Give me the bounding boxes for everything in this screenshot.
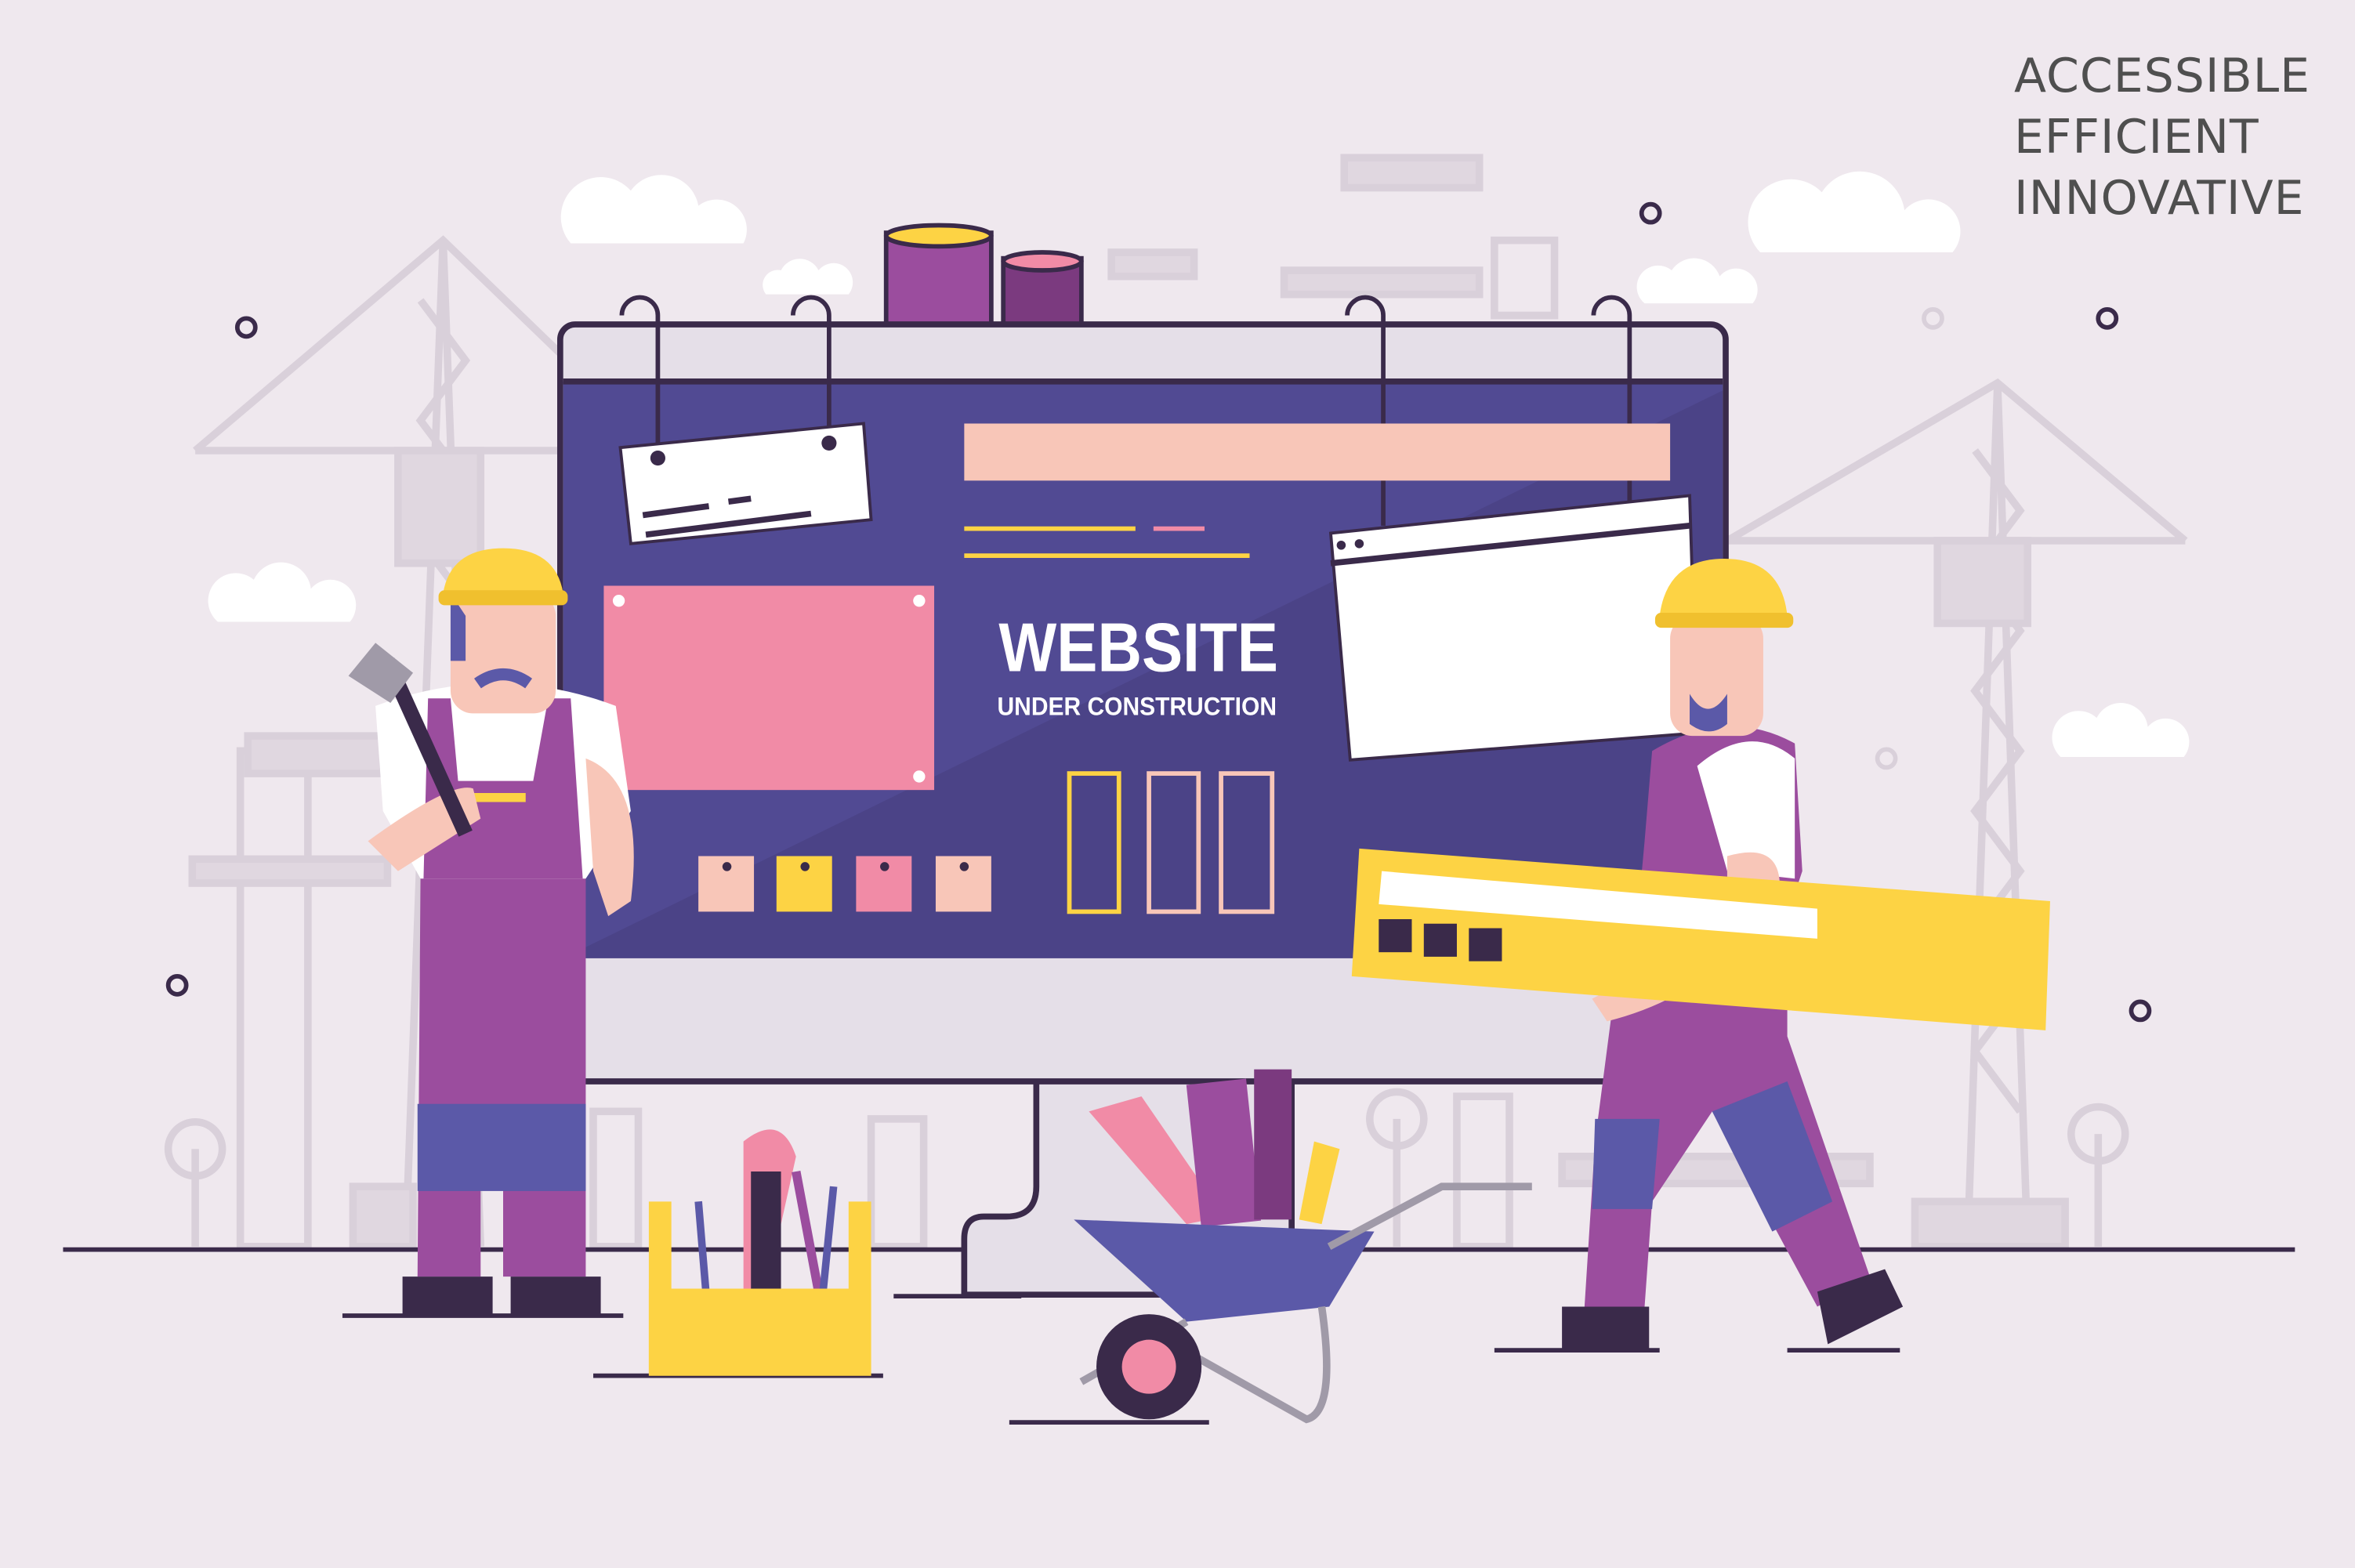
tagline-line: INNOVATIVE [2014,171,2305,226]
tagline: ACCESSIBLE EFFICIENT INNOVATIVE [2014,45,2310,229]
tagline-line: ACCESSIBLE [2014,49,2311,103]
header-bar [964,423,1671,481]
website-under-construction-illustration: WEBSITE UNDER CONSTRUCTION [0,0,2355,1568]
screen-subheadline: UNDER CONSTRUCTION [998,692,1277,720]
browser-window [1328,494,1699,762]
screen-headline: WEBSITE [998,609,1277,686]
tagline-line: EFFICIENT [2014,110,2259,165]
pink-panel [603,585,935,791]
